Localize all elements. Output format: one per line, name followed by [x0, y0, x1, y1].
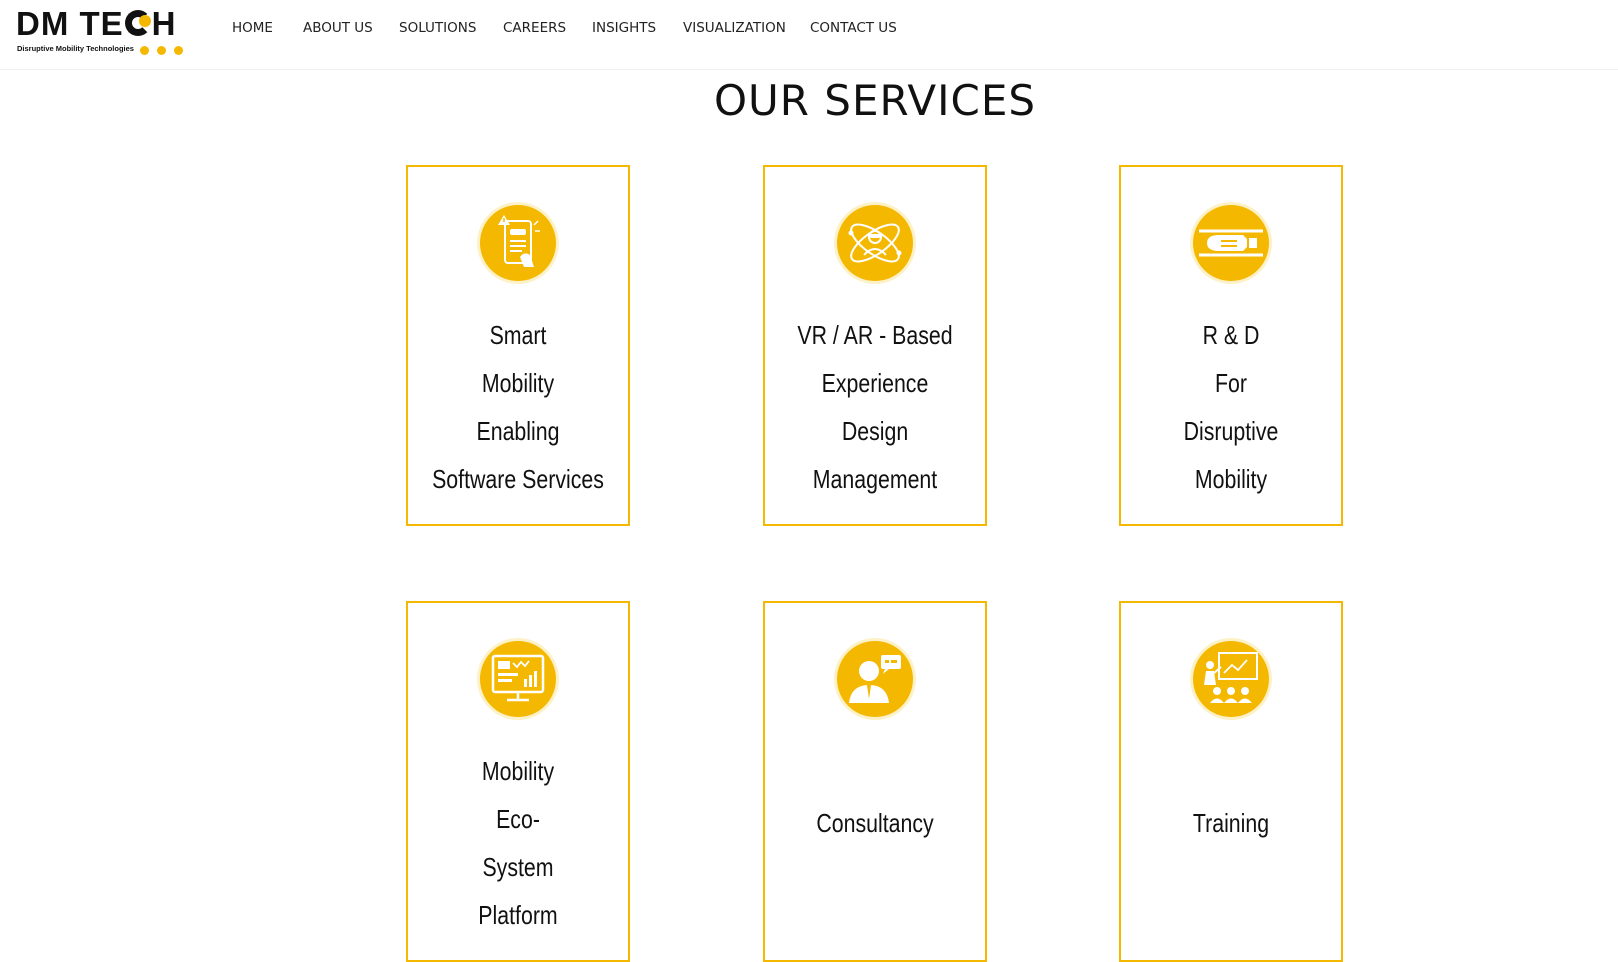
- nav-insights[interactable]: INSIGHTS: [592, 18, 683, 38]
- dm-tech-logo[interactable]: DM TE H Disruptive Mobility Technologies: [16, 6, 188, 56]
- service-card-mobility-ecosystem[interactable]: Mobility Eco- System Platform: [406, 601, 630, 962]
- training-presentation-icon: [1193, 641, 1269, 717]
- nav-careers[interactable]: CAREERS: [503, 18, 592, 38]
- service-card-label: Mobility Eco- System Platform: [478, 756, 558, 930]
- service-card-consultancy[interactable]: Consultancy: [763, 601, 987, 962]
- dashboard-monitor-icon: [480, 641, 556, 717]
- nav-contact-us[interactable]: CONTACT US: [810, 18, 897, 38]
- logo-dots-icon: [140, 46, 183, 56]
- nav-solutions[interactable]: SOLUTIONS: [399, 18, 503, 38]
- service-card-smart-mobility[interactable]: Smart Mobility Enabling Software Service…: [406, 165, 630, 526]
- site-header: DM TE H Disruptive Mobility Technologies …: [0, 0, 1618, 70]
- service-card-label: VR / AR - Based Experience Design Manage…: [797, 320, 953, 494]
- service-card-label: Training: [1192, 808, 1270, 838]
- service-card-label: Consultancy: [816, 808, 934, 838]
- logo-wordmark: DM TE H: [16, 5, 177, 42]
- nav-home[interactable]: HOME: [232, 18, 303, 38]
- logo-c-glyph-icon: [124, 9, 151, 36]
- page-title: OUR SERVICES: [713, 76, 1037, 125]
- hyperloop-pod-icon: [1193, 205, 1269, 281]
- service-card-label: R & D For Disruptive Mobility: [1183, 320, 1279, 494]
- nav-about-us[interactable]: ABOUT US: [303, 18, 399, 38]
- smart-mobility-phone-icon: [480, 205, 556, 281]
- service-card-label: Smart Mobility Enabling Software Service…: [432, 320, 604, 494]
- service-card-training[interactable]: Training: [1119, 601, 1343, 962]
- service-card-rnd[interactable]: R & D For Disruptive Mobility: [1119, 165, 1343, 526]
- main-nav: HOME ABOUT US SOLUTIONS CAREERS INSIGHTS…: [232, 18, 897, 38]
- consultant-person-icon: [837, 641, 913, 717]
- logo-tagline: Disruptive Mobility Technologies: [17, 44, 134, 53]
- nav-visualization[interactable]: VISUALIZATION: [683, 18, 810, 38]
- service-card-vr-ar[interactable]: VR / AR - Based Experience Design Manage…: [763, 165, 987, 526]
- vr-ar-atom-person-icon: [837, 205, 913, 281]
